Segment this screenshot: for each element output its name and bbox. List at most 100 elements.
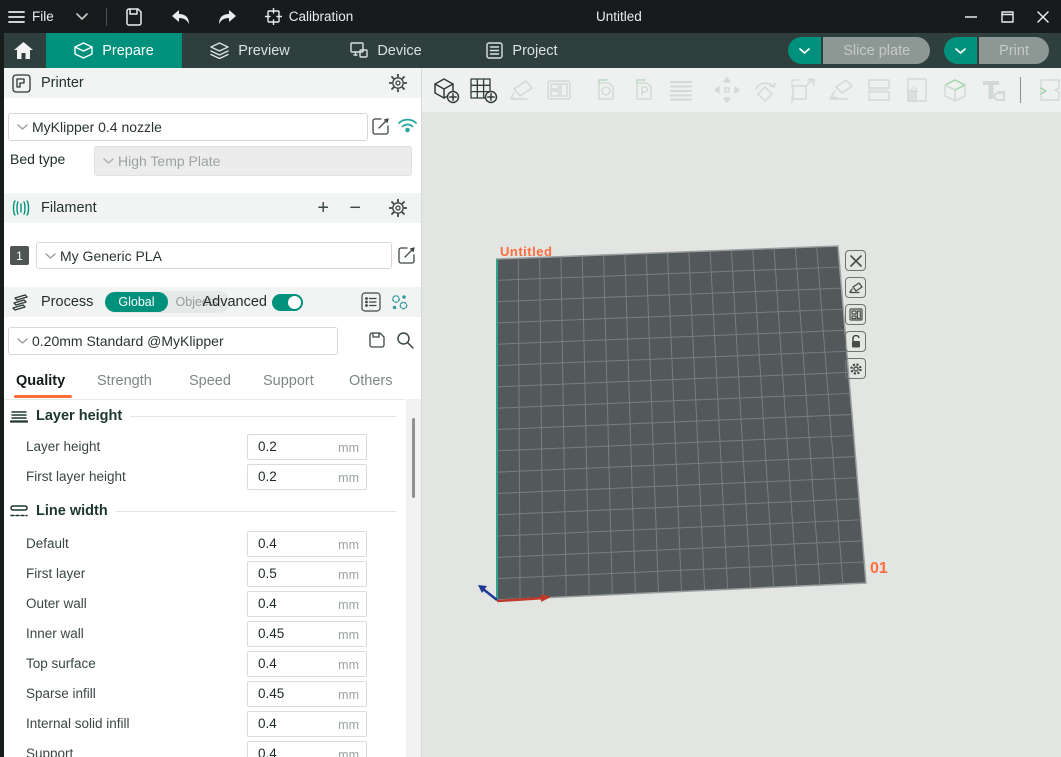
setting-label: First layer height (26, 464, 126, 490)
auto-orient-plate-button[interactable] (845, 277, 866, 298)
undo-icon (171, 9, 191, 25)
paste-icon[interactable] (628, 75, 658, 105)
remove-filament-button[interactable]: − (349, 198, 361, 218)
minimize-button[interactable] (953, 0, 989, 33)
maximize-button[interactable] (989, 0, 1025, 33)
search-preset-button[interactable] (396, 331, 414, 349)
file-menu[interactable]: File (0, 0, 62, 33)
edit-filament-button[interactable] (398, 246, 416, 264)
panel-scrollbar-thumb[interactable] (412, 418, 415, 498)
printer-preset-select[interactable]: MyKlipper 0.4 nozzle (8, 113, 368, 141)
text-icon[interactable] (978, 75, 1008, 105)
tab-device[interactable]: Device (318, 33, 454, 68)
chevron-down-icon (955, 48, 966, 54)
line-width-icon (10, 505, 28, 518)
cut-icon[interactable] (864, 75, 894, 105)
process-tab-speed[interactable]: Speed (189, 373, 231, 389)
advanced-toggle[interactable] (272, 294, 303, 311)
auto-orient-icon[interactable] (506, 75, 536, 105)
paint-icon[interactable] (940, 75, 970, 105)
add-filament-button[interactable]: + (317, 198, 329, 218)
first-layer-height-input[interactable]: 0.2mm (247, 464, 367, 490)
slice-plate-dropdown[interactable] (788, 37, 821, 64)
setting-label: Outer wall (26, 591, 87, 617)
fill-color-icon[interactable] (902, 75, 932, 105)
process-tab-strength[interactable]: Strength (97, 373, 152, 389)
arrange-plate-button[interactable] (845, 304, 866, 325)
move-icon[interactable] (712, 75, 742, 105)
compare-presets-button[interactable] (390, 293, 409, 312)
assembly-icon[interactable] (1035, 75, 1061, 105)
gear-icon (389, 199, 407, 217)
side-panel: Printer MyKlipper 0.4 nozzle Bed type Hi… (0, 68, 422, 757)
delete-all-button[interactable] (845, 250, 866, 271)
tab-project-label: Project (512, 43, 557, 59)
calibration-button[interactable]: Calibration (257, 0, 362, 33)
save-button[interactable] (117, 0, 151, 33)
window-left-edge (0, 33, 4, 757)
redo-button[interactable] (209, 0, 245, 33)
build-plate[interactable] (422, 112, 1061, 757)
slice-plate-button[interactable]: Slice plate (823, 37, 930, 64)
printer-connection-button[interactable] (398, 117, 417, 133)
default-line-width-input[interactable]: 0.4mm (247, 531, 367, 557)
layer-height-input[interactable]: 0.2mm (247, 434, 367, 460)
lock-plate-button[interactable] (845, 331, 866, 352)
filament-icon (11, 199, 31, 217)
edit-printer-button[interactable] (372, 117, 390, 135)
add-object-icon[interactable] (430, 75, 460, 105)
window-title: Untitled (596, 0, 642, 33)
variable-layer-height-icon[interactable] (666, 75, 696, 105)
scale-icon[interactable] (788, 75, 818, 105)
file-menu-label: File (32, 9, 54, 24)
tab-prepare-label: Prepare (102, 43, 154, 59)
filament-slot-badge[interactable]: 1 (10, 246, 29, 265)
close-icon (850, 255, 862, 267)
inner-wall-line-width-input[interactable]: 0.45mm (247, 621, 367, 647)
process-preset-select[interactable]: 0.20mm Standard @MyKlipper (8, 327, 338, 355)
plate-name-label: Untitled (500, 244, 552, 259)
process-tab-others[interactable]: Others (349, 373, 393, 389)
home-button[interactable] (0, 33, 46, 68)
wifi-icon (398, 117, 417, 133)
undo-button[interactable] (163, 0, 199, 33)
chevron-down-icon (17, 124, 28, 130)
tab-project[interactable]: Project (454, 33, 590, 68)
copy-icon[interactable] (590, 75, 620, 105)
print-dropdown[interactable] (944, 37, 977, 64)
title-bar: File Calibrat (0, 0, 1061, 33)
close-button[interactable] (1025, 0, 1061, 33)
arrange-icon[interactable] (544, 75, 574, 105)
tab-prepare[interactable]: Prepare (46, 33, 182, 68)
outer-wall-line-width-input[interactable]: 0.4mm (247, 591, 367, 617)
process-tab-support[interactable]: Support (263, 373, 314, 389)
setting-label: Inner wall (26, 621, 84, 647)
internal-solid-infill-line-width-input[interactable]: 0.4mm (247, 711, 367, 737)
parameter-list-button[interactable] (361, 292, 381, 312)
rotate-icon[interactable] (750, 75, 780, 105)
layer-height-section-header: Layer height (10, 408, 396, 424)
process-tab-quality[interactable]: Quality (16, 373, 65, 389)
tab-preview[interactable]: Preview (182, 33, 318, 68)
scope-global[interactable]: Global (105, 292, 167, 312)
compare-presets-icon (390, 293, 409, 312)
add-plate-icon[interactable] (468, 75, 498, 105)
save-preset-button[interactable] (368, 331, 386, 349)
viewport-3d[interactable]: Untitled 01 (422, 68, 1061, 757)
lay-on-face-icon[interactable] (826, 75, 856, 105)
print-button[interactable]: Print (979, 37, 1049, 64)
first-layer-line-width-input[interactable]: 0.5mm (247, 561, 367, 587)
support-line-width-input[interactable]: 0.4mm (247, 741, 367, 757)
file-menu-dropdown[interactable] (62, 0, 96, 33)
tab-preview-label: Preview (238, 43, 290, 59)
top-surface-line-width-input[interactable]: 0.4mm (247, 651, 367, 677)
plate-settings-button[interactable] (845, 358, 866, 379)
filament-settings-button[interactable] (389, 199, 407, 217)
printer-settings-button[interactable] (389, 74, 407, 92)
sparse-infill-line-width-input[interactable]: 0.45mm (247, 681, 367, 707)
arrange-icon (849, 308, 863, 321)
filament-preset-select[interactable]: My Generic PLA (36, 242, 392, 269)
section-title: Line width (36, 503, 108, 519)
process-section-title: Process (41, 294, 93, 310)
bed-type-select[interactable]: High Temp Plate (94, 146, 412, 176)
